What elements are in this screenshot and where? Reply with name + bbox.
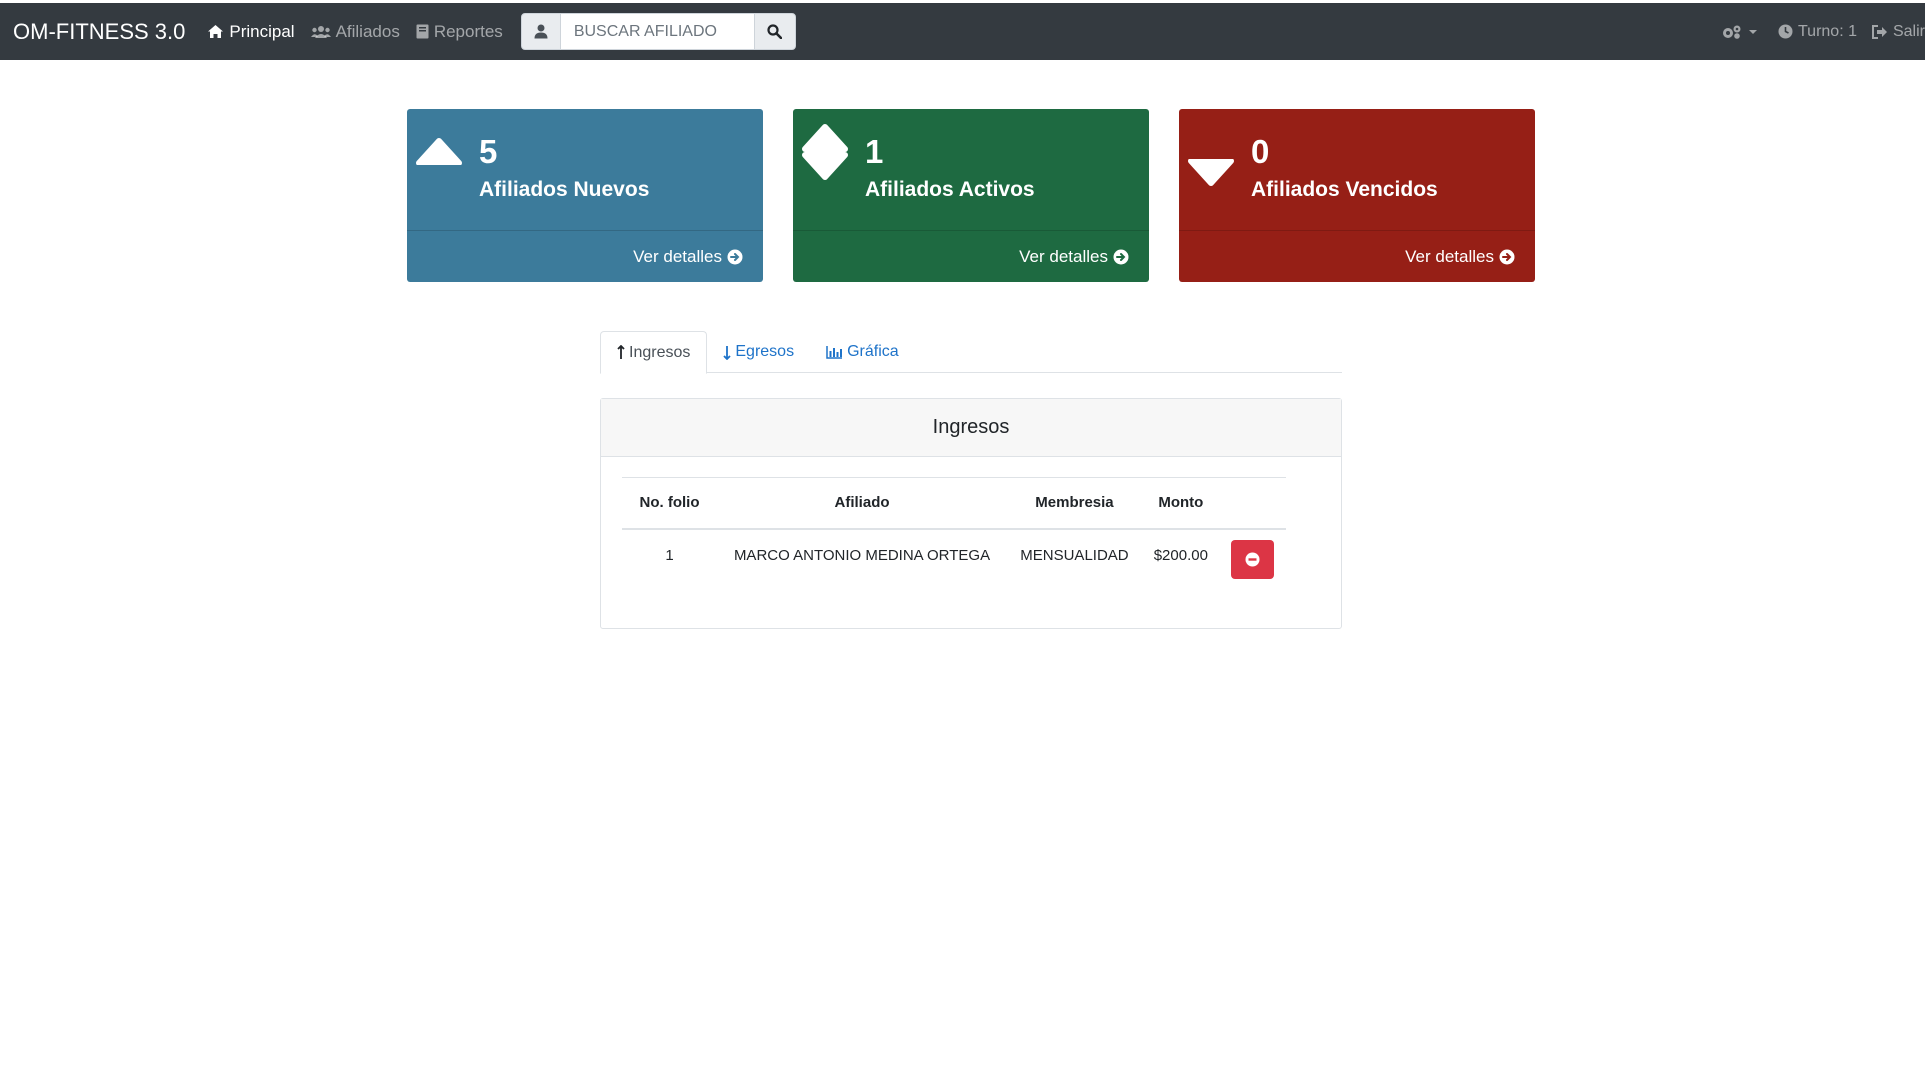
bar-chart-icon xyxy=(826,345,843,359)
col-membresia: Membresia xyxy=(1007,477,1142,530)
details-label: Ver detalles xyxy=(1405,246,1494,266)
brand-logo[interactable]: OM-FITNESS 3.0 xyxy=(13,19,185,45)
table-row: 1 MARCO ANTONIO MEDINA ORTEGA MENSUALIDA… xyxy=(622,529,1286,581)
cell-actions xyxy=(1220,529,1286,581)
tab-egresos-label: Egresos xyxy=(735,343,795,360)
search-input[interactable] xyxy=(560,13,754,50)
card-label: Afiliados Activos xyxy=(865,178,1035,201)
table-header-row: No. folio Afiliado Membresia Monto xyxy=(622,477,1286,530)
cell-monto: $200.00 xyxy=(1153,546,1208,564)
cell-folio: 1 xyxy=(665,546,674,564)
search-prefix xyxy=(520,13,561,50)
settings-dropdown[interactable] xyxy=(1721,24,1763,40)
card-head: 5 Afiliados Nuevos xyxy=(407,109,763,231)
tab-ingresos-label: Ingresos xyxy=(629,343,691,361)
nav-principal[interactable]: Principal xyxy=(207,21,295,42)
ingresos-panel: Ingresos No. folio Afiliado Membresia Mo… xyxy=(600,398,1342,629)
tab-grafica[interactable]: Gráfica xyxy=(810,331,915,373)
tab-ingresos[interactable]: Ingresos xyxy=(600,331,708,374)
user-icon xyxy=(534,24,548,39)
top-navbar: OM-FITNESS 3.0 Principal Afiliados Repor… xyxy=(0,3,1925,60)
ingresos-table: No. folio Afiliado Membresia Monto 1 MAR… xyxy=(622,477,1286,581)
sign-out-icon xyxy=(1871,24,1887,39)
cogs-icon xyxy=(1722,25,1741,39)
logout-label: Salir xyxy=(1892,22,1925,40)
nav-afiliados[interactable]: Afiliados xyxy=(310,21,400,42)
tab-grafica-label: Gráfica xyxy=(847,343,899,360)
panel-title: Ingresos xyxy=(601,399,1341,457)
arrow-circle-right-icon xyxy=(1499,249,1515,264)
card-count: 5 xyxy=(479,133,498,170)
minus-circle-icon xyxy=(1245,552,1260,566)
turno-label: Turno: 1 xyxy=(1797,22,1857,40)
card-details-link[interactable]: Ver detalles xyxy=(407,231,763,282)
card-head: 0 Afiliados Vencidos xyxy=(1179,109,1535,231)
card-label: Afiliados Vencidos xyxy=(1251,178,1438,201)
details-label: Ver detalles xyxy=(633,246,722,266)
clock-icon xyxy=(1778,24,1793,39)
users-icon xyxy=(310,25,331,38)
card-label: Afiliados Nuevos xyxy=(479,178,650,201)
cell-membresia: MENSUALIDAD xyxy=(1020,546,1129,564)
search-group xyxy=(520,13,796,50)
nav-reportes[interactable]: Reportes xyxy=(416,22,503,42)
col-monto: Monto xyxy=(1141,477,1220,530)
nav-reportes-label: Reportes xyxy=(433,21,503,41)
col-folio: No. folio xyxy=(622,477,717,530)
card-count: 1 xyxy=(865,133,884,170)
details-label: Ver detalles xyxy=(1019,246,1108,266)
card-head: 1 Afiliados Activos xyxy=(793,109,1149,231)
turno-indicator[interactable]: Turno: 1 xyxy=(1778,23,1857,41)
arrow-circle-right-icon xyxy=(1113,249,1129,264)
home-icon xyxy=(208,25,224,38)
card-afiliados-activos: 1 Afiliados Activos Ver detalles xyxy=(793,109,1149,282)
nav-right: Turno: 1 Salir xyxy=(1721,23,1925,41)
card-afiliados-vencidos: 0 Afiliados Vencidos Ver detalles xyxy=(1179,109,1535,282)
chevron-up-icon xyxy=(416,138,462,165)
nav-principal-label: Principal xyxy=(229,21,295,41)
arrow-up-icon xyxy=(617,345,625,359)
arrow-down-icon xyxy=(723,345,732,360)
sort-icon xyxy=(802,124,848,180)
col-actions xyxy=(1219,477,1286,530)
card-details-link[interactable]: Ver detalles xyxy=(793,231,1149,282)
book-icon xyxy=(416,24,429,39)
cell-afiliado: MARCO ANTONIO MEDINA ORTEGA xyxy=(733,546,991,564)
report-tabs: Ingresos Egresos Gráfica xyxy=(600,331,1342,374)
card-count: 0 xyxy=(1251,133,1270,170)
arrow-circle-right-icon xyxy=(727,249,743,264)
search-icon xyxy=(767,24,783,39)
card-afiliados-nuevos: 5 Afiliados Nuevos Ver detalles xyxy=(407,109,763,282)
delete-button[interactable] xyxy=(1231,539,1275,579)
card-details-link[interactable]: Ver detalles xyxy=(1179,231,1535,282)
col-afiliado: Afiliado xyxy=(717,477,1008,530)
search-button[interactable] xyxy=(753,13,796,50)
nav-afiliados-label: Afiliados xyxy=(335,21,400,41)
caret-down-icon xyxy=(1748,29,1757,34)
chevron-down-icon xyxy=(1188,159,1234,186)
logout-link[interactable]: Salir xyxy=(1871,22,1925,41)
tab-egresos[interactable]: Egresos xyxy=(707,331,810,373)
